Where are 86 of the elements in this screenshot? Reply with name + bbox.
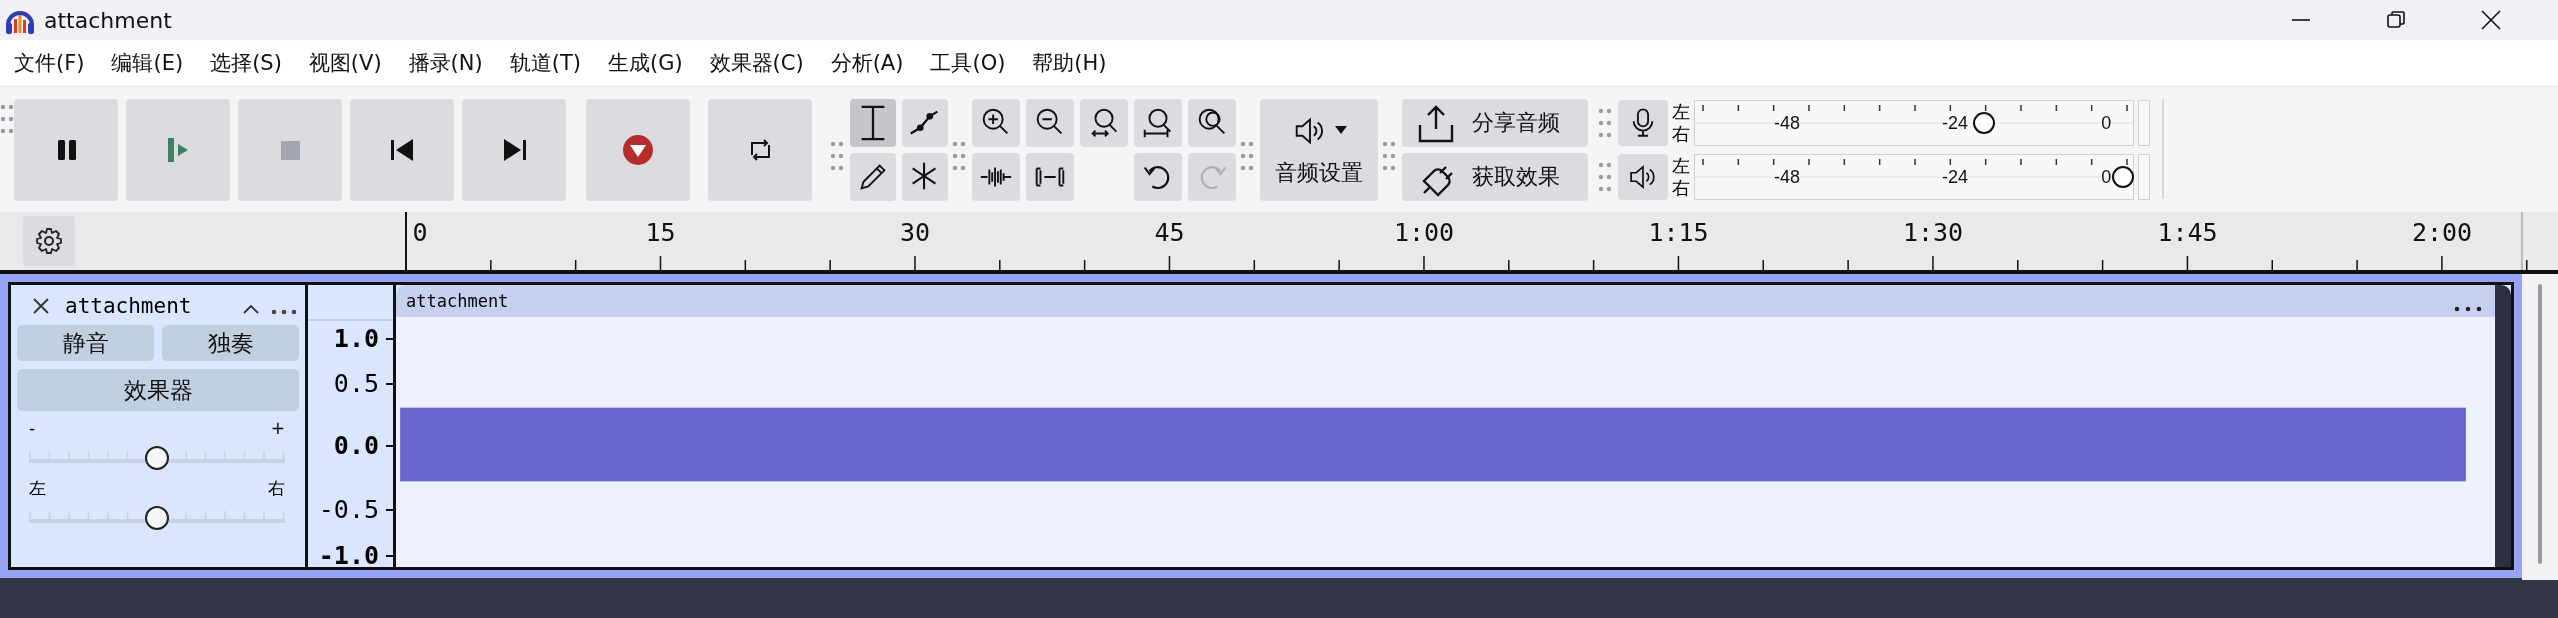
menu-item[interactable]: 文件(F) [4, 49, 95, 77]
silence-button[interactable] [1026, 153, 1074, 201]
settings-button[interactable] [23, 216, 75, 266]
zoom-in-button[interactable] [972, 99, 1020, 147]
clip-indicator [2138, 100, 2150, 146]
chevron-up-icon [242, 303, 260, 315]
fit-selection-button[interactable] [1080, 99, 1128, 147]
meter-tick-label: 0 [2101, 168, 2112, 186]
more-icon [2454, 306, 2482, 312]
record-button[interactable] [586, 99, 690, 201]
slider-label: - [29, 419, 36, 437]
multi-tool-button[interactable] [902, 153, 948, 201]
window-title: attachment [44, 7, 173, 33]
envelope-tool-button[interactable] [902, 99, 948, 147]
scale-label: 1.0 [333, 326, 379, 352]
audio-setup-button[interactable]: 音频设置 [1260, 99, 1378, 201]
menu-item[interactable]: 工具(O) [920, 49, 1016, 77]
track-name: attachment [65, 294, 193, 318]
effects-button[interactable]: 效果器 [17, 369, 299, 411]
clip-indicator [2138, 154, 2150, 200]
caret-icon [1335, 126, 1347, 136]
clip-name: attachment [406, 291, 509, 311]
menu-item[interactable]: 编辑(E) [101, 49, 194, 77]
trim-button[interactable] [972, 153, 1020, 201]
more-icon [271, 309, 297, 315]
menu-item[interactable]: 视图(V) [298, 49, 392, 77]
menu-item[interactable]: 分析(A) [820, 49, 914, 77]
settings-icon [34, 226, 64, 256]
timeline-label: 1:45 [2157, 218, 2218, 247]
fit-project-button[interactable] [1134, 99, 1182, 147]
menu-item[interactable]: 播录(N) [398, 49, 493, 77]
scale-label: 0.5 [333, 371, 379, 397]
selection-tool-button[interactable] [850, 99, 896, 147]
channel-label: 左 [1672, 155, 1691, 177]
pause-button[interactable] [14, 99, 118, 201]
get-effects-button[interactable]: 获取效果 [1402, 153, 1588, 201]
meter-slider-thumb[interactable] [1973, 112, 1996, 134]
minimize-icon [2289, 18, 2312, 22]
scale-label: -1.0 [318, 543, 379, 569]
menu-item[interactable]: 帮助(H) [1022, 49, 1117, 77]
skip-to-end-button[interactable] [462, 99, 566, 201]
zoom-out-button[interactable] [1026, 99, 1074, 147]
meter-tick-label: -48 [1774, 114, 1800, 132]
slider-label: 左 [29, 479, 46, 497]
scale-label: 0.0 [333, 433, 379, 459]
timeline-label: 1:30 [1902, 218, 1964, 247]
timeline-label: 1:00 [1393, 218, 1455, 247]
slider-thumb[interactable] [145, 506, 169, 530]
timeline-label: 45 [1154, 218, 1185, 247]
recording-meter[interactable]: -48 -24 0 [1694, 100, 2134, 146]
timeline-label: 1:15 [1648, 218, 1709, 247]
scale-label: -0.5 [318, 497, 379, 523]
meter-tick-label: -24 [1942, 114, 1968, 132]
timeline-label: 0 [412, 218, 428, 247]
channel-label: 左 [1672, 101, 1691, 123]
close-icon [32, 297, 50, 315]
channel-label: 右 [1672, 177, 1691, 199]
menu-item[interactable]: 选择(S) [200, 49, 292, 77]
zoom-toggle-button[interactable] [1188, 99, 1236, 147]
slider-label: + [270, 419, 285, 437]
timeline-label: 2:00 [2411, 218, 2473, 247]
close-icon [2479, 9, 2502, 31]
undo-button[interactable] [1134, 153, 1182, 201]
maximize-icon [2384, 9, 2407, 31]
menu-item[interactable]: 轨道(T) [499, 49, 591, 77]
channel-label: 右 [1672, 123, 1691, 145]
menu-item[interactable]: 生成(G) [597, 49, 693, 77]
meter-tick-label: -48 [1774, 168, 1800, 186]
skip-to-start-button[interactable] [350, 99, 454, 201]
playback-meter[interactable]: -48 -24 0 [1694, 154, 2134, 200]
menu-item[interactable]: 效果器(C) [699, 49, 814, 77]
playback-meter-button[interactable] [1618, 154, 1668, 200]
share-audio-button[interactable]: 分享音频 [1402, 99, 1588, 147]
solo-button[interactable]: 独奏 [162, 325, 299, 361]
slider-thumb[interactable] [145, 446, 169, 470]
timeline-label: 15 [645, 218, 676, 247]
meter-tick-label: -24 [1942, 168, 1968, 186]
vertical-scrollbar[interactable] [2522, 274, 2558, 580]
mute-button[interactable]: 静音 [17, 325, 154, 361]
meter-tick-label: 0 [2101, 114, 2112, 132]
timeline-label: 30 [899, 218, 931, 247]
record-meter-button[interactable] [1618, 100, 1668, 146]
meter-slider-thumb[interactable] [2112, 166, 2134, 188]
audio-clip[interactable]: attachment [396, 285, 2511, 567]
draw-tool-button[interactable] [850, 153, 896, 201]
slider-label: 右 [268, 479, 285, 497]
